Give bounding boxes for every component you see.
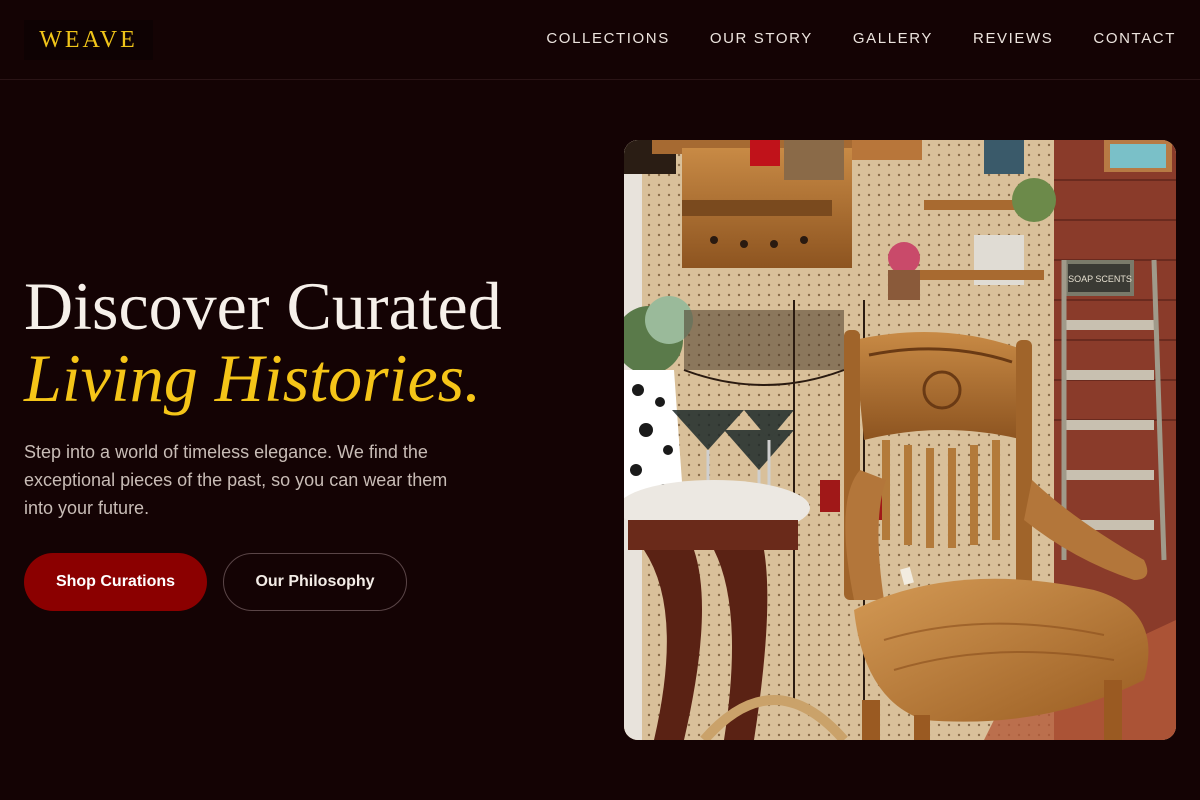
brand-logo[interactable]: WEAVE — [24, 20, 153, 60]
nav-link-contact[interactable]: CONTACT — [1093, 29, 1176, 49]
hero-title-accent: Living Histories. — [24, 340, 482, 416]
hero-title-line1: Discover Curated — [24, 268, 502, 344]
nav-link-gallery[interactable]: GALLERY — [853, 29, 933, 49]
hero-title: Discover Curated Living Histories. — [24, 270, 604, 414]
hero-subtitle: Step into a world of timeless elegance. … — [24, 442, 448, 518]
site-header: WEAVE COLLECTIONS OUR STORY GALLERY REVI… — [0, 0, 1200, 80]
our-philosophy-button[interactable]: Our Philosophy — [223, 553, 407, 611]
nav-link-reviews[interactable]: REVIEWS — [973, 29, 1053, 49]
soap-scents-sign: SOAP SCENTS — [1068, 274, 1132, 284]
hero-image-antique-shop: SOAP SCENTS — [624, 140, 1176, 740]
shop-curations-button[interactable]: Shop Curations — [24, 553, 207, 611]
main-nav: COLLECTIONS OUR STORY GALLERY REVIEWS CO… — [546, 29, 1176, 49]
nav-link-our-story[interactable]: OUR STORY — [710, 29, 813, 49]
nav-link-collections[interactable]: COLLECTIONS — [546, 29, 669, 49]
